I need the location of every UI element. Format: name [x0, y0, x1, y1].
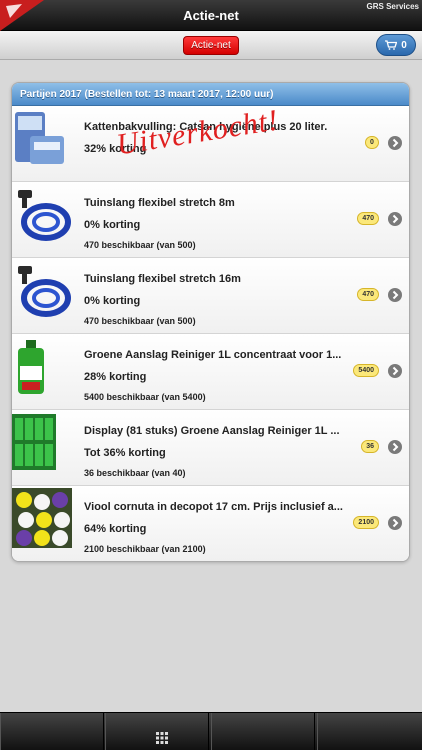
chevron-right-icon — [388, 136, 402, 150]
stock-badge: 5400 — [353, 364, 379, 377]
product-thumbnail — [18, 340, 44, 394]
stock-badge: 470 — [357, 288, 379, 301]
cart-icon — [385, 40, 398, 50]
product-availability: 470 beschikbaar (van 500) — [84, 240, 196, 250]
app-title: Actie-net — [183, 8, 239, 23]
cart-count: 0 — [401, 39, 407, 51]
product-discount: 0% korting — [84, 295, 141, 307]
product-discount: 0% korting — [84, 219, 141, 231]
list-item[interactable]: Groene Aanslag Reiniger 1L concentraat v… — [12, 334, 409, 410]
product-thumbnail — [18, 190, 71, 241]
panel-header: Partijen 2017 (Bestellen tot: 13 maart 2… — [12, 83, 409, 106]
grid-icon[interactable] — [156, 732, 168, 744]
product-name: Tuinslang flexibel stretch 8m — [84, 197, 235, 209]
product-availability: 5400 beschikbaar (van 5400) — [84, 392, 206, 402]
product-name: Viool cornuta in decopot 17 cm. Prijs in… — [84, 501, 343, 513]
tab-4[interactable] — [317, 713, 421, 750]
product-thumbnail — [15, 112, 64, 164]
toolbar: Actie-net 0 — [0, 31, 422, 60]
product-availability: 470 beschikbaar (van 500) — [84, 316, 196, 326]
stock-badge: 470 — [357, 212, 379, 225]
product-name: Groene Aanslag Reiniger 1L concentraat v… — [84, 349, 342, 361]
product-thumbnail — [18, 266, 71, 317]
product-list-panel: Partijen 2017 (Bestellen tot: 13 maart 2… — [11, 82, 410, 562]
list-item[interactable]: Tuinslang flexibel stretch 16m 0% kortin… — [12, 258, 409, 334]
list-item[interactable]: Display (81 stuks) Groene Aanslag Reinig… — [12, 410, 409, 486]
chevron-right-icon — [388, 288, 402, 302]
product-availability: 36 beschikbaar (van 40) — [84, 468, 186, 478]
company-name: GRS Services — [366, 2, 419, 11]
sold-out-label: Uitverkocht! — [114, 103, 282, 162]
list-item[interactable]: Tuinslang flexibel stretch 8m 0% korting… — [12, 182, 409, 258]
stock-badge: 36 — [361, 440, 379, 453]
stock-badge: 2100 — [353, 516, 379, 529]
list-item[interactable]: Viool cornuta in decopot 17 cm. Prijs in… — [12, 486, 409, 561]
bottom-tab-bar — [0, 712, 422, 750]
list-item[interactable]: Kattenbakvulling: Catsan hygiëne plus 20… — [12, 103, 409, 182]
chevron-right-icon — [388, 364, 402, 378]
cart-button[interactable]: 0 — [376, 34, 416, 56]
product-discount: Tot 36% korting — [84, 447, 166, 459]
chevron-right-icon — [388, 516, 402, 530]
product-name: Tuinslang flexibel stretch 16m — [84, 273, 241, 285]
title-bar: Actie-net GRS Services — [0, 0, 422, 31]
product-thumbnail — [12, 488, 72, 548]
product-availability: 2100 beschikbaar (van 2100) — [84, 544, 206, 554]
product-thumbnail — [12, 414, 56, 470]
product-discount: 64% korting — [84, 523, 147, 535]
tab-1[interactable] — [0, 713, 104, 750]
product-discount: 28% korting — [84, 371, 147, 383]
tab-3[interactable] — [211, 713, 315, 750]
stock-badge: 0 — [365, 136, 379, 149]
product-name: Display (81 stuks) Groene Aanslag Reinig… — [84, 425, 340, 437]
actie-net-button[interactable]: Actie-net — [183, 36, 239, 55]
chevron-right-icon — [388, 212, 402, 226]
chevron-right-icon — [388, 440, 402, 454]
